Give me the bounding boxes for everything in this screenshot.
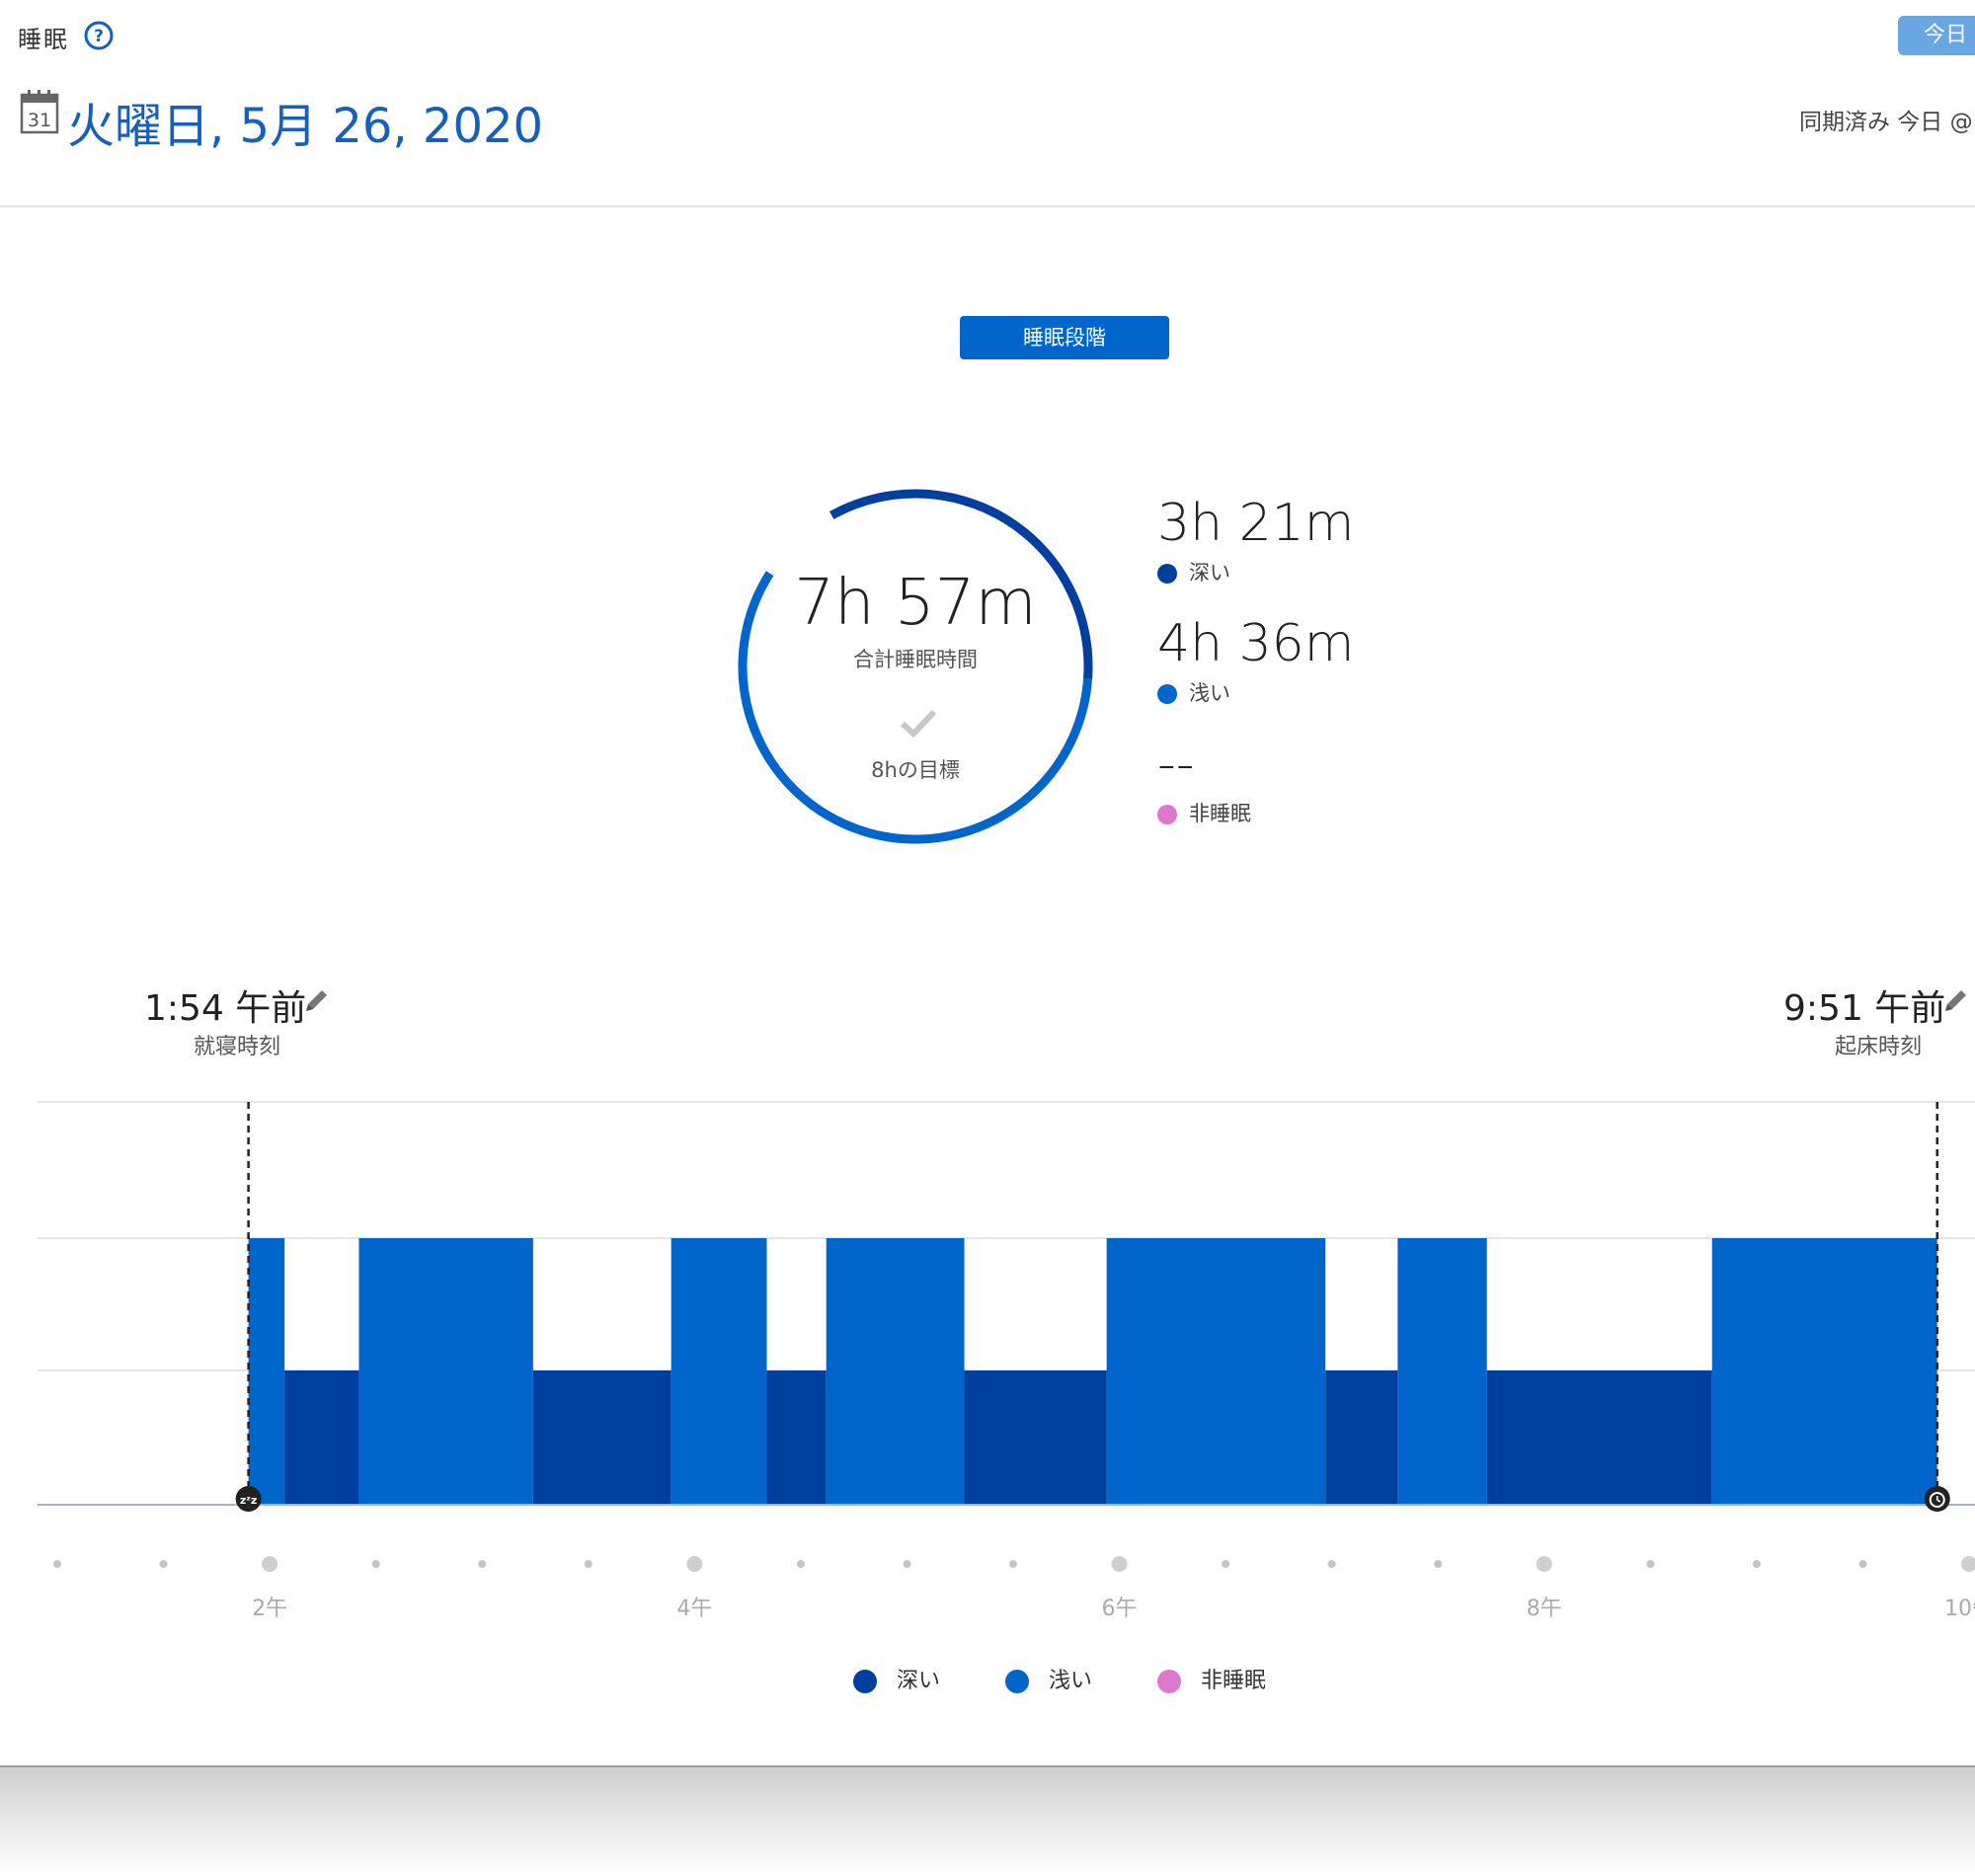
legend-awake-dot-icon	[1157, 1670, 1181, 1693]
hour-major-dot	[1111, 1556, 1128, 1572]
header-divider	[0, 205, 1975, 207]
legend-item-awake: 非睡眠	[1157, 1663, 1266, 1694]
hour-major-dot	[1961, 1556, 1975, 1572]
hour-minor-dot	[1858, 1560, 1867, 1568]
hour-minor-dot	[1009, 1560, 1017, 1568]
total-sleep-label: 合計睡眠時間	[853, 648, 978, 671]
light-sleep-label-row: 浅い	[1157, 677, 1230, 707]
waketime-value: 9:51 午前	[1783, 988, 1946, 1029]
deep-sleep-label: 深い	[1189, 561, 1230, 585]
sleep-stage-bar	[1325, 1370, 1398, 1505]
sleep-stage-bar	[1106, 1238, 1326, 1505]
sleep-stage-bar	[284, 1370, 359, 1505]
legend-light-dot-icon	[1005, 1670, 1029, 1693]
date-weekday: 火曜日	[67, 99, 210, 154]
legend-deep-label: 深い	[897, 1669, 941, 1693]
light-dot-icon	[1157, 684, 1177, 704]
hour-major-dot	[1536, 1556, 1552, 1572]
help-icon[interactable]: ?	[83, 20, 115, 51]
hour-minor-dot	[159, 1560, 168, 1568]
legend-light-label: 浅い	[1049, 1669, 1093, 1693]
sleep-stage-bar	[766, 1370, 827, 1505]
sleep-stages-button[interactable]: 睡眠段階	[960, 316, 1169, 359]
x-tick-label: 6午	[1102, 1597, 1138, 1619]
hour-minor-dot	[796, 1560, 805, 1568]
calendar-day-number: 31	[28, 110, 51, 131]
sleep-stages-chart: zᶻz 2午 4午 6午 8午 10午	[38, 1101, 1975, 1619]
legend-item-light: 浅い	[1005, 1663, 1092, 1694]
x-tick-label: 4午	[676, 1597, 712, 1619]
hour-minor-dot	[1222, 1560, 1230, 1568]
awake-dot-icon	[1157, 805, 1177, 824]
total-sleep-value: 7h 57m	[794, 567, 1037, 640]
sleep-stage-bar	[964, 1370, 1107, 1505]
sleep-stage-bar	[826, 1238, 965, 1505]
bedtime-value: 1:54 午前	[144, 988, 307, 1029]
sleep-stage-bar	[671, 1238, 767, 1505]
hour-major-dot	[686, 1556, 703, 1572]
edit-waketime-pencil-icon[interactable]	[1941, 985, 1971, 1015]
light-sleep-value: 4h 36m	[1157, 614, 1355, 673]
page-date-title[interactable]: 火曜日, 5月 26, 2020	[67, 87, 543, 156]
sync-status: 同期済み 今日 @	[1799, 110, 1973, 135]
svg-text:?: ?	[94, 27, 104, 46]
awake-label: 非睡眠	[1189, 802, 1251, 825]
today-button[interactable]: 今日	[1898, 16, 1975, 55]
hour-minor-dot	[1752, 1560, 1761, 1568]
edit-bedtime-pencil-icon[interactable]	[302, 985, 332, 1015]
bedtime-label: 就寝時刻	[194, 1035, 281, 1059]
sleep-stage-bar	[1397, 1238, 1487, 1505]
waketime-label: 起床時刻	[1835, 1035, 1923, 1059]
deep-sleep-label-row: 深い	[1157, 557, 1230, 586]
page-section-title: 睡眠	[18, 26, 69, 53]
deep-sleep-value: 3h 21m	[1157, 494, 1355, 553]
date-rest: , 5月 26, 2020	[209, 99, 544, 154]
bedtime-zzz-glyph: zᶻz	[240, 1494, 257, 1507]
panel-shadow	[0, 1767, 1975, 1876]
hour-minor-dot	[1646, 1560, 1655, 1568]
hour-minor-dot	[371, 1560, 380, 1568]
sleep-stage-bar	[248, 1238, 285, 1505]
sleep-stage-bar	[1486, 1370, 1712, 1505]
x-tick-label: 10午	[1944, 1597, 1975, 1619]
awake-label-row: 非睡眠	[1157, 798, 1251, 827]
deep-dot-icon	[1157, 564, 1177, 584]
sleep-goal-label: 8hの目標	[871, 758, 960, 782]
hour-major-dot	[262, 1556, 278, 1572]
sleep-stage-bar	[532, 1370, 672, 1505]
legend-awake-label: 非睡眠	[1201, 1669, 1267, 1693]
x-tick-label: 8午	[1527, 1597, 1562, 1619]
legend-item-deep: 深い	[853, 1663, 940, 1694]
hour-minor-dot	[53, 1560, 61, 1568]
goal-check-icon	[899, 707, 938, 741]
hour-minor-dot	[1327, 1560, 1336, 1568]
hour-minor-dot	[478, 1560, 487, 1568]
legend-deep-dot-icon	[853, 1670, 877, 1693]
hour-minor-dot	[584, 1560, 592, 1568]
calendar-icon[interactable]: 31	[20, 89, 59, 134]
awake-value: --	[1157, 735, 1195, 794]
hour-minor-dot	[1434, 1560, 1443, 1568]
sleep-stage-bar	[1711, 1238, 1937, 1505]
light-sleep-label: 浅い	[1189, 681, 1230, 705]
sleep-stage-bar	[358, 1238, 533, 1505]
x-tick-label: 2午	[252, 1597, 287, 1619]
hour-minor-dot	[903, 1560, 911, 1568]
